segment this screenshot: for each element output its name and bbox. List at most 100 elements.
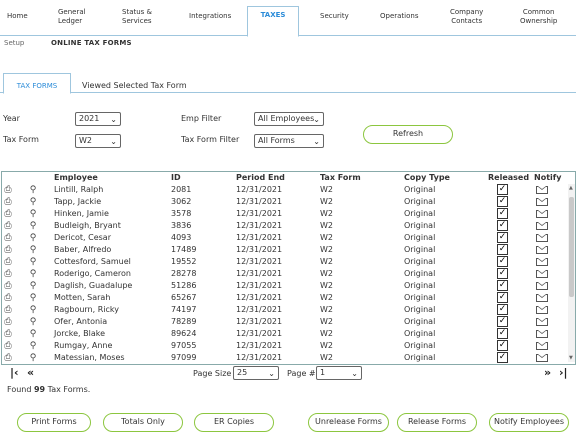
totals-only-button[interactable]: Totals Only	[103, 413, 183, 432]
subnav-online-tax-forms[interactable]: ONLINE TAX FORMS	[51, 39, 132, 47]
table-row[interactable]: ⎙ ⚲ Ofer, Antonia 78289 12/31/2021 W2 Original…	[2, 316, 567, 328]
printer-icon[interactable]: ⎙	[3, 221, 13, 231]
nav-tab-home[interactable]: Home	[7, 12, 28, 21]
prev-page-icon[interactable]: «	[27, 366, 34, 379]
printer-icon[interactable]: ⎙	[3, 233, 13, 243]
table-row[interactable]: ⎙ ⚲ Hinken, Jamie 3578 12/31/2021 W2 Original ✓	[2, 208, 567, 220]
envelope-icon[interactable]	[536, 306, 548, 314]
released-checkbox[interactable]: ✓	[497, 220, 508, 231]
nav-tab-company-contacts[interactable]: Company Contacts	[450, 8, 483, 26]
released-checkbox[interactable]: ✓	[497, 196, 508, 207]
magnifier-icon[interactable]: ⚲	[28, 353, 38, 363]
printer-icon[interactable]: ⎙	[3, 305, 13, 315]
nav-tab-security[interactable]: Security	[320, 12, 349, 21]
printer-icon[interactable]: ⎙	[3, 257, 13, 267]
table-row[interactable]: ⎙ ⚲ Roderigo, Cameron 28278 12/31/2021 W2 Orig…	[2, 268, 567, 280]
magnifier-icon[interactable]: ⚲	[28, 317, 38, 327]
magnifier-icon[interactable]: ⚲	[28, 233, 38, 243]
envelope-icon[interactable]	[536, 210, 548, 218]
nav-tab-general-ledger[interactable]: General Ledger	[58, 8, 86, 26]
released-checkbox[interactable]: ✓	[497, 304, 508, 315]
envelope-icon[interactable]	[536, 270, 548, 278]
emp-filter-select[interactable]: All Employees ⌄	[254, 112, 324, 126]
printer-icon[interactable]: ⎙	[3, 245, 13, 255]
er-copies-button[interactable]: ER Copies	[194, 413, 274, 432]
envelope-icon[interactable]	[536, 294, 548, 302]
printer-icon[interactable]: ⎙	[3, 281, 13, 291]
released-checkbox[interactable]: ✓	[497, 256, 508, 267]
envelope-icon[interactable]	[536, 198, 548, 206]
subnav-setup[interactable]: Setup	[4, 39, 24, 47]
refresh-button[interactable]: Refresh	[363, 125, 453, 144]
table-row[interactable]: ⎙ ⚲ Lintill, Ralph 2081 12/31/2021 W2 Original…	[2, 184, 567, 196]
table-row[interactable]: ⎙ ⚲ Daglish, Guadalupe 51286 12/31/2021 W2 Ori…	[2, 280, 567, 292]
nav-tab-taxes[interactable]: TAXES	[247, 6, 299, 37]
magnifier-icon[interactable]: ⚲	[28, 281, 38, 291]
table-row[interactable]: ⎙ ⚲ Cottesford, Samuel 19552 12/31/2021 W2 Ori…	[2, 256, 567, 268]
printer-icon[interactable]: ⎙	[3, 209, 13, 219]
magnifier-icon[interactable]: ⚲	[28, 329, 38, 339]
envelope-icon[interactable]	[536, 234, 548, 242]
released-checkbox[interactable]: ✓	[497, 184, 508, 195]
page-size-select[interactable]: 25 ⌄	[233, 366, 279, 380]
table-row[interactable]: ⎙ ⚲ Ragbourn, Ricky 74197 12/31/2021 W2 Origin…	[2, 304, 567, 316]
released-checkbox[interactable]: ✓	[497, 328, 508, 339]
nav-tab-operations[interactable]: Operations	[380, 12, 418, 21]
printer-icon[interactable]: ⎙	[3, 353, 13, 363]
table-row[interactable]: ⎙ ⚲ Budleigh, Bryant 3836 12/31/2021 W2 Origin…	[2, 220, 567, 232]
printer-icon[interactable]: ⎙	[3, 317, 13, 327]
scroll-down-icon[interactable]: ▼	[569, 355, 573, 361]
unrelease-forms-button[interactable]: Unrelease Forms	[308, 413, 389, 432]
released-checkbox[interactable]: ✓	[497, 316, 508, 327]
table-row[interactable]: ⎙ ⚲ Motten, Sarah 65267 12/31/2021 W2 Original…	[2, 292, 567, 304]
released-checkbox[interactable]: ✓	[497, 340, 508, 351]
column-header-id[interactable]: ID	[171, 173, 181, 182]
scroll-up-icon[interactable]: ▲	[569, 185, 573, 191]
release-forms-button[interactable]: Release Forms	[397, 413, 477, 432]
magnifier-icon[interactable]: ⚲	[28, 305, 38, 315]
printer-icon[interactable]: ⎙	[3, 329, 13, 339]
tax-form-select[interactable]: W2 ⌄	[75, 134, 121, 148]
nav-tab-status-services[interactable]: Status & Services	[122, 8, 152, 26]
released-checkbox[interactable]: ✓	[497, 244, 508, 255]
released-checkbox[interactable]: ✓	[497, 208, 508, 219]
notify-employees-button[interactable]: Notify Employees	[489, 413, 569, 432]
envelope-icon[interactable]	[536, 330, 548, 338]
released-checkbox[interactable]: ✓	[497, 232, 508, 243]
column-header-period-end[interactable]: Period End	[236, 173, 285, 182]
envelope-icon[interactable]	[536, 222, 548, 230]
printer-icon[interactable]: ⎙	[3, 341, 13, 351]
magnifier-icon[interactable]: ⚲	[28, 269, 38, 279]
column-header-employee[interactable]: Employee	[54, 173, 98, 182]
table-row[interactable]: ⎙ ⚲ Tapp, Jackie 3062 12/31/2021 W2 Original ✓	[2, 196, 567, 208]
tab-tax-forms[interactable]: TAX FORMS	[3, 73, 71, 94]
column-header-copy-type[interactable]: Copy Type	[404, 173, 450, 182]
year-select[interactable]: 2021 ⌄	[75, 112, 121, 126]
released-checkbox[interactable]: ✓	[497, 352, 508, 363]
table-row[interactable]: ⎙ ⚲ Jorcke, Blake 89624 12/31/2021 W2 Original…	[2, 328, 567, 340]
nav-tab-integrations[interactable]: Integrations	[189, 12, 231, 21]
print-forms-button[interactable]: Print Forms	[17, 413, 91, 432]
first-page-icon[interactable]: |‹	[10, 366, 19, 379]
printer-icon[interactable]: ⎙	[3, 197, 13, 207]
column-header-tax-form[interactable]: Tax Form	[320, 173, 361, 182]
envelope-icon[interactable]	[536, 186, 548, 194]
tab-viewed-selected-tax-form[interactable]: Viewed Selected Tax Form	[82, 81, 187, 90]
magnifier-icon[interactable]: ⚲	[28, 221, 38, 231]
released-checkbox[interactable]: ✓	[497, 292, 508, 303]
envelope-icon[interactable]	[536, 354, 548, 362]
magnifier-icon[interactable]: ⚲	[28, 245, 38, 255]
magnifier-icon[interactable]: ⚲	[28, 209, 38, 219]
magnifier-icon[interactable]: ⚲	[28, 257, 38, 267]
tax-form-filter-select[interactable]: All Forms ⌄	[254, 134, 324, 148]
column-header-released[interactable]: Released	[488, 173, 529, 182]
column-header-notify[interactable]: Notify	[534, 173, 561, 182]
next-page-icon[interactable]: »	[544, 366, 551, 379]
printer-icon[interactable]: ⎙	[3, 269, 13, 279]
nav-tab-common-ownership[interactable]: Common Ownership	[520, 8, 557, 26]
magnifier-icon[interactable]: ⚲	[28, 197, 38, 207]
table-row[interactable]: ⎙ ⚲ Baber, Alfredo 17489 12/31/2021 W2 Origina…	[2, 244, 567, 256]
magnifier-icon[interactable]: ⚲	[28, 185, 38, 195]
released-checkbox[interactable]: ✓	[497, 268, 508, 279]
released-checkbox[interactable]: ✓	[497, 280, 508, 291]
